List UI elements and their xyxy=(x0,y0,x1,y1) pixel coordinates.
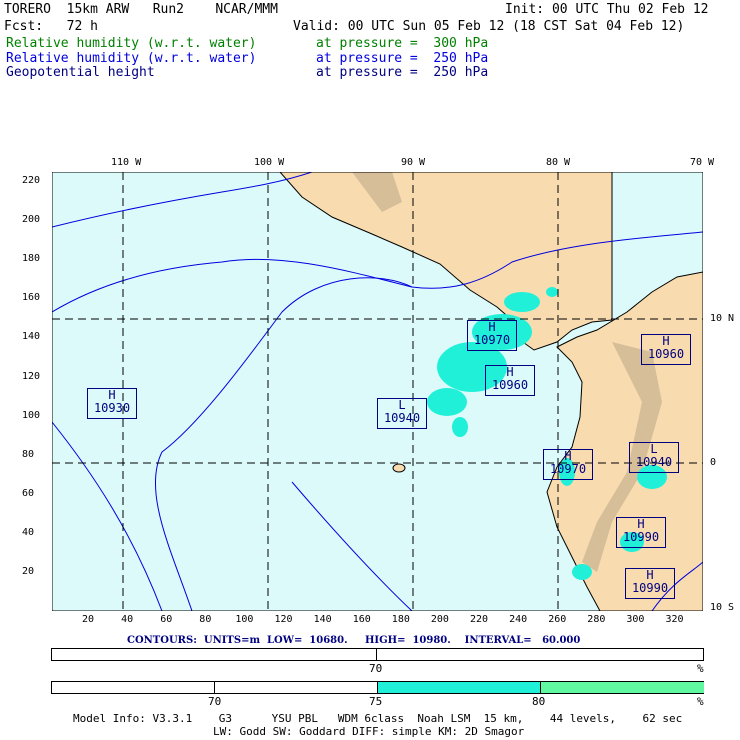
y-tick-label: 20 xyxy=(22,566,35,577)
init-time: Init: 00 UTC Thu 02 Feb 12 xyxy=(505,2,709,17)
x-tick-label: 80 xyxy=(199,614,212,625)
center-value: 10940 xyxy=(383,411,421,425)
x-tick-label: 160 xyxy=(352,614,371,625)
x-tick-label: 320 xyxy=(665,614,684,625)
pressure-center-box: H 10930 xyxy=(87,388,137,419)
lat-label: 10 N xyxy=(710,313,735,324)
y-tick-label: 200 xyxy=(22,214,41,226)
x-tick-label: 220 xyxy=(470,614,489,625)
model-info: Model Info: V3.3.1 G3 YSU PBL WDM 6class… xyxy=(73,712,683,725)
y-tick-label: 160 xyxy=(22,292,41,304)
y-tick-label: 60 xyxy=(22,487,35,499)
center-value: 10930 xyxy=(93,401,131,415)
valid-time: Valid: 00 UTC Sun 05 Feb 12 (18 CST Sat … xyxy=(293,19,685,34)
center-value: 10970 xyxy=(473,333,511,347)
center-value: 10990 xyxy=(631,581,669,595)
y-tick-label: 100 xyxy=(22,409,41,421)
lon-label: 110 W xyxy=(111,157,142,168)
x-tick-label: 140 xyxy=(313,614,332,625)
colorbar-75-80 xyxy=(377,682,541,693)
center-value: 10970 xyxy=(549,462,587,476)
run-title: TORERO 15km ARW Run2 NCAR/MMM xyxy=(4,2,278,17)
colorbar2-label: 70 xyxy=(208,695,222,708)
model-physics: LW: Godd SW: Goddard DIFF: simple KM: 2D… xyxy=(213,725,525,738)
colorbar2-unit: % xyxy=(697,695,704,708)
y-tick-label: 120 xyxy=(22,370,41,382)
y-tick-label: 180 xyxy=(22,253,41,265)
x-tick-label: 280 xyxy=(587,614,606,625)
contour-info: CONTOURS: UNITS=m LOW= 10680. HIGH= 1098… xyxy=(127,635,581,646)
field3-level: at pressure = 250 hPa xyxy=(316,65,489,80)
field2-name: Relative humidity (w.r.t. water) xyxy=(6,51,257,66)
map-canvas xyxy=(52,172,703,611)
colorbar1-unit: % xyxy=(697,662,704,675)
field3-name: Geopotential height xyxy=(6,65,155,80)
x-tick-label: 120 xyxy=(274,614,293,625)
x-tick-label: 260 xyxy=(548,614,567,625)
y-tick-label: 220 xyxy=(22,175,41,186)
x-tick-label: 240 xyxy=(509,614,528,625)
x-tick-label: 40 xyxy=(121,614,134,625)
lon-label: 80 W xyxy=(546,157,571,168)
lon-label: 100 W xyxy=(254,157,285,168)
field1-name: Relative humidity (w.r.t. water) xyxy=(6,36,257,51)
pressure-center-box: H 10970 xyxy=(543,449,593,480)
colorbar2-label: 80 xyxy=(532,695,546,708)
colorbar2-label: 75 xyxy=(369,695,383,708)
pressure-center-box: H 10990 xyxy=(616,517,666,548)
lon-label: 90 W xyxy=(401,157,426,168)
x-tick-label: 60 xyxy=(160,614,173,625)
field1-level: at pressure = 300 hPa xyxy=(316,36,489,51)
x-tick-label: 300 xyxy=(626,614,645,625)
lat-label: 10 S xyxy=(710,602,735,613)
x-tick-label: 180 xyxy=(391,614,410,625)
colorbar-80-up xyxy=(540,682,704,693)
center-value: 10960 xyxy=(491,378,529,392)
center-value: 10990 xyxy=(622,530,660,544)
lon-label: 70 W xyxy=(690,157,715,168)
center-value: 10960 xyxy=(647,347,685,361)
center-value: 10940 xyxy=(635,455,673,469)
rh250-colorbar xyxy=(51,681,704,694)
forecast-hour: Fcst: 72 h xyxy=(4,19,98,34)
x-tick-label: 20 xyxy=(82,614,95,625)
y-tick-label: 40 xyxy=(22,526,35,538)
pressure-center-box: H 10960 xyxy=(641,334,691,365)
pressure-center-box: L 10940 xyxy=(629,442,679,473)
rh300-colorbar xyxy=(51,648,704,661)
x-tick-label: 200 xyxy=(430,614,449,625)
pressure-center-box: L 10940 xyxy=(377,398,427,429)
colorbar1-label: 70 xyxy=(369,662,383,675)
y-tick-label: 80 xyxy=(22,448,35,460)
x-tick-label: 100 xyxy=(235,614,254,625)
field2-level: at pressure = 250 hPa xyxy=(316,51,489,66)
lat-label: 0 xyxy=(710,457,717,468)
pressure-center-box: H 10970 xyxy=(467,320,517,351)
pressure-center-box: H 10990 xyxy=(625,568,675,599)
y-tick-label: 140 xyxy=(22,331,41,343)
pressure-center-box: H 10960 xyxy=(485,365,535,396)
